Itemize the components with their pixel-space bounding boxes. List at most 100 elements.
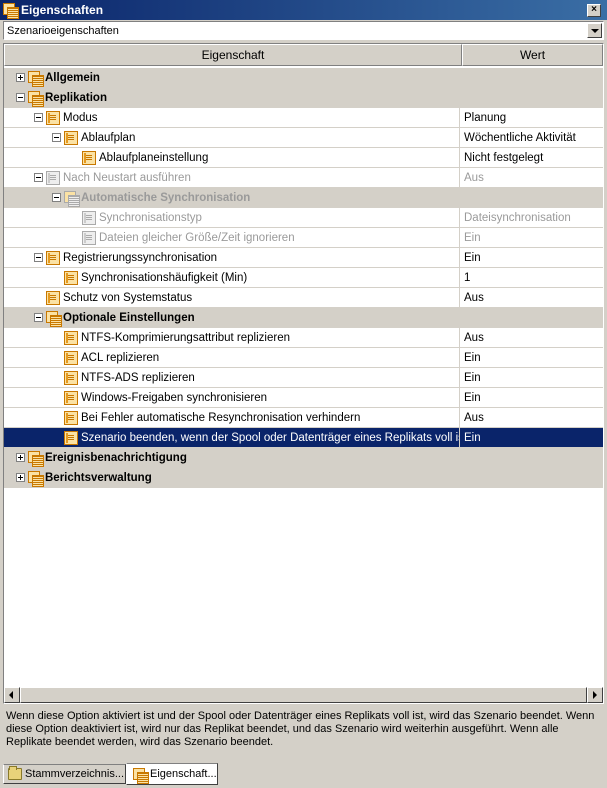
property-icon	[82, 230, 96, 245]
property-name-cell[interactable]: Nach Neustart ausführen	[4, 168, 460, 187]
stack-icon	[28, 450, 44, 467]
tab-eigenschaften[interactable]: Eigenschaft...	[126, 763, 218, 785]
property-name-cell[interactable]: NTFS-Komprimierungsattribut replizieren	[4, 328, 460, 347]
property-label: NTFS-Komprimierungsattribut replizieren	[81, 331, 290, 344]
property-value-cell	[460, 68, 603, 87]
property-value-cell[interactable]: Ein	[460, 368, 603, 387]
property-name-cell[interactable]: Ereignisbenachrichtigung	[4, 448, 460, 467]
scroll-left-icon[interactable]	[4, 687, 20, 703]
scroll-right-icon[interactable]	[587, 687, 603, 703]
property-name-cell[interactable]: Optionale Einstellungen	[4, 308, 460, 327]
property-icon	[46, 170, 60, 185]
category-row[interactable]: Optionale Einstellungen	[4, 308, 603, 328]
bottom-tabs: Stammverzeichnis... Eigenschaft...	[0, 763, 607, 788]
scroll-thumb[interactable]	[20, 687, 587, 703]
property-name-cell[interactable]: Replikation	[4, 88, 460, 107]
property-label: Windows-Freigaben synchronisieren	[81, 391, 267, 404]
property-value-cell[interactable]: Dateisynchronisation	[460, 208, 603, 227]
property-value-cell[interactable]: Ein	[460, 428, 603, 447]
property-name-cell[interactable]: Windows-Freigaben synchronisieren	[4, 388, 460, 407]
property-value-cell[interactable]: Ein	[460, 228, 603, 247]
property-rows: Allgemein Replikation Modus Planung Ablaufpl…	[4, 68, 603, 488]
property-name-cell[interactable]: Schutz von Systemstatus	[4, 288, 460, 307]
tab-stammverzeichnis[interactable]: Stammverzeichnis...	[3, 764, 126, 784]
collapse-icon[interactable]	[16, 93, 25, 102]
property-row[interactable]: Schutz von Systemstatus Aus	[4, 288, 603, 308]
property-row[interactable]: NTFS-Komprimierungsattribut replizieren A…	[4, 328, 603, 348]
collapse-icon[interactable]	[52, 193, 61, 202]
property-row[interactable]: ACL replizieren Ein	[4, 348, 603, 368]
property-name-cell[interactable]: NTFS-ADS replizieren	[4, 368, 460, 387]
property-row[interactable]: Synchronisationshäufigkeit (Min) 1	[4, 268, 603, 288]
property-name-cell[interactable]: Synchronisationstyp	[4, 208, 460, 227]
property-name-cell[interactable]: Dateien gleicher Größe/Zeit ignorieren	[4, 228, 460, 247]
expand-icon[interactable]	[16, 473, 25, 482]
collapse-icon[interactable]	[52, 133, 61, 142]
close-button[interactable]: ×	[587, 3, 601, 17]
property-value-cell	[460, 308, 603, 327]
property-icon	[46, 290, 60, 305]
property-label: Automatische Synchronisation	[81, 191, 251, 204]
property-value-cell[interactable]: Aus	[460, 288, 603, 307]
property-name-cell[interactable]: Szenario beenden, wenn der Spool oder Da…	[4, 428, 460, 447]
properties-icon	[3, 3, 19, 19]
property-value-cell[interactable]: Aus	[460, 408, 603, 427]
property-label: NTFS-ADS replizieren	[81, 371, 195, 384]
property-name-cell[interactable]: Registrierungssynchronisation	[4, 248, 460, 267]
property-name-cell[interactable]: Berichtsverwaltung	[4, 468, 460, 487]
property-row[interactable]: Registrierungssynchronisation Ein	[4, 248, 603, 268]
scroll-track[interactable]	[20, 687, 587, 703]
property-value-cell[interactable]: Planung	[460, 108, 603, 127]
expand-icon[interactable]	[16, 453, 25, 462]
collapse-icon[interactable]	[34, 313, 43, 322]
property-value-cell[interactable]: Aus	[460, 328, 603, 347]
property-value-cell[interactable]: Aus	[460, 168, 603, 187]
property-row[interactable]: Synchronisationstyp Dateisynchronisation	[4, 208, 603, 228]
tab-label: Stammverzeichnis...	[25, 768, 125, 780]
collapse-icon[interactable]	[34, 113, 43, 122]
properties-selector[interactable]: Szenarioeigenschaften	[3, 21, 604, 40]
property-value-cell[interactable]: Ein	[460, 248, 603, 267]
category-row[interactable]: Automatische Synchronisation	[4, 188, 603, 208]
property-name-cell[interactable]: Ablaufplaneinstellung	[4, 148, 460, 167]
property-row[interactable]: Modus Planung	[4, 108, 603, 128]
property-row[interactable]: Bei Fehler automatische Resynchronisatio…	[4, 408, 603, 428]
property-icon	[46, 110, 60, 125]
column-header-property[interactable]: Eigenschaft	[4, 44, 462, 66]
property-name-cell[interactable]: Allgemein	[4, 68, 460, 87]
category-row[interactable]: Berichtsverwaltung	[4, 468, 603, 488]
property-value-cell[interactable]: Nicht festgelegt	[460, 148, 603, 167]
column-header-value[interactable]: Wert	[462, 44, 603, 66]
category-row[interactable]: Allgemein	[4, 68, 603, 88]
property-row[interactable]: NTFS-ADS replizieren Ein	[4, 368, 603, 388]
property-value-cell[interactable]: Ein	[460, 348, 603, 367]
property-row[interactable]: Szenario beenden, wenn der Spool oder Da…	[4, 428, 603, 448]
expand-icon[interactable]	[16, 73, 25, 82]
property-row[interactable]: Ablaufplan Wöchentliche Aktivität	[4, 128, 603, 148]
property-value-cell[interactable]: Ein	[460, 388, 603, 407]
property-label: Synchronisationstyp	[99, 211, 202, 224]
property-value-cell[interactable]: 1	[460, 268, 603, 287]
dropdown-arrow-icon[interactable]	[587, 23, 602, 38]
property-row[interactable]: Nach Neustart ausführen Aus	[4, 168, 603, 188]
property-name-cell[interactable]: Ablaufplan	[4, 128, 460, 147]
category-row[interactable]: Ereignisbenachrichtigung	[4, 448, 603, 468]
property-label: ACL replizieren	[81, 351, 160, 364]
property-label: Synchronisationshäufigkeit (Min)	[81, 271, 248, 284]
collapse-icon[interactable]	[34, 173, 43, 182]
property-name-cell[interactable]: Bei Fehler automatische Resynchronisatio…	[4, 408, 460, 427]
property-value-cell	[460, 448, 603, 467]
property-icon	[64, 390, 78, 405]
property-name-cell[interactable]: Automatische Synchronisation	[4, 188, 460, 207]
collapse-icon[interactable]	[34, 253, 43, 262]
category-row[interactable]: Replikation	[4, 88, 603, 108]
property-name-cell[interactable]: Synchronisationshäufigkeit (Min)	[4, 268, 460, 287]
property-name-cell[interactable]: ACL replizieren	[4, 348, 460, 367]
property-row[interactable]: Windows-Freigaben synchronisieren Ein	[4, 388, 603, 408]
property-value-cell[interactable]: Wöchentliche Aktivität	[460, 128, 603, 147]
horizontal-scrollbar[interactable]	[4, 687, 603, 703]
property-name-cell[interactable]: Modus	[4, 108, 460, 127]
property-row[interactable]: Dateien gleicher Größe/Zeit ignorieren Ei…	[4, 228, 603, 248]
title-bar: Eigenschaften ×	[0, 0, 607, 20]
property-row[interactable]: Ablaufplaneinstellung Nicht festgelegt	[4, 148, 603, 168]
